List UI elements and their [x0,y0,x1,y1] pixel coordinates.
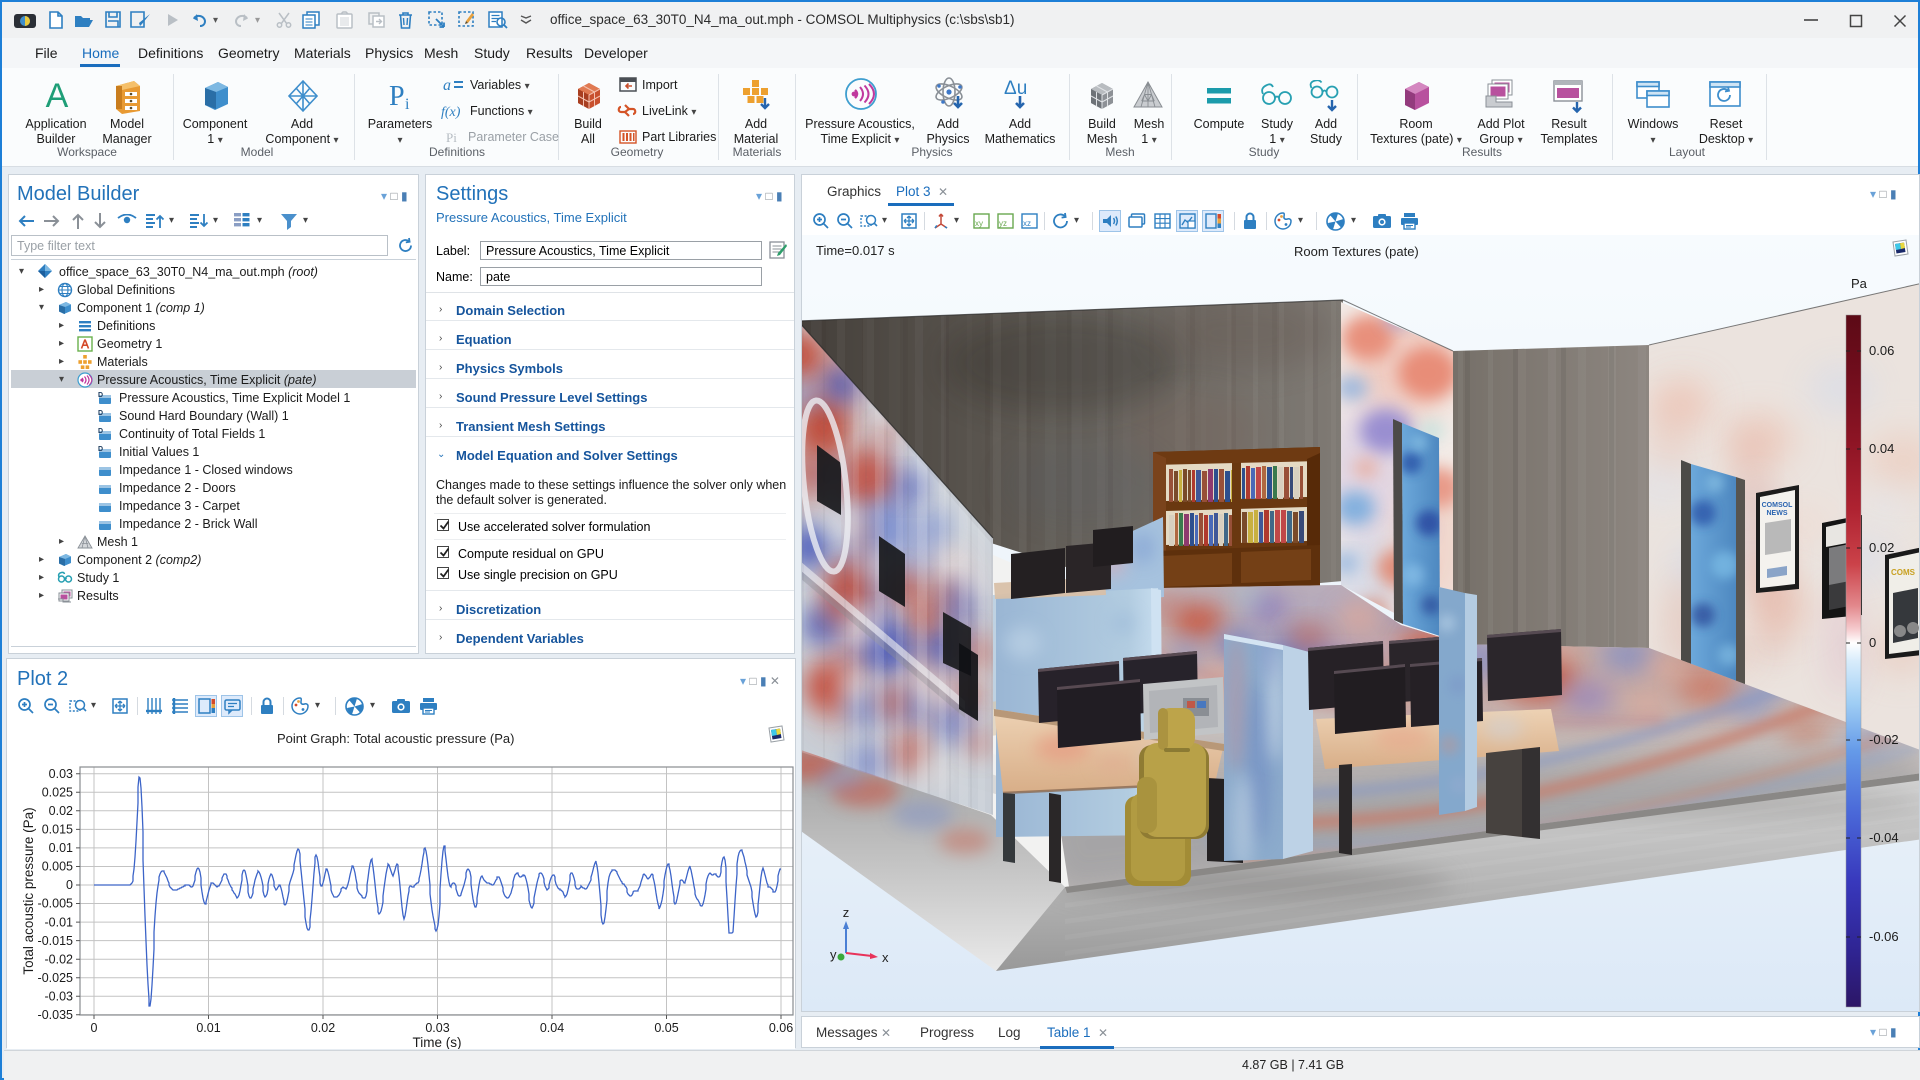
svg-text:-0.06: -0.06 [1869,929,1899,944]
svg-text:x: x [882,950,889,965]
svg-text:0.02: 0.02 [311,1021,335,1035]
svg-text:0.05: 0.05 [654,1021,678,1035]
svg-text:P: P [389,81,405,112]
svg-text:i: i [405,96,410,112]
svg-text:-0.02: -0.02 [1869,732,1899,747]
svg-text:-0.005: -0.005 [38,897,73,911]
svg-text:xz: xz [1023,219,1031,228]
svg-text:-0.035: -0.035 [38,1008,73,1022]
svg-text:xy: xy [975,219,983,228]
svg-text:Pi: Pi [446,130,457,145]
svg-text:0.025: 0.025 [42,786,73,800]
svg-text:0.02: 0.02 [49,804,73,818]
svg-text:Pa: Pa [1851,276,1868,291]
svg-text:0.03: 0.03 [49,767,73,781]
svg-text:0.005: 0.005 [42,860,73,874]
svg-text:f(x): f(x) [441,105,461,119]
svg-text:0.06: 0.06 [769,1021,793,1035]
svg-text:Total acoustic pressure (Pa): Total acoustic pressure (Pa) [21,807,36,974]
svg-text:0.02: 0.02 [1869,540,1894,555]
svg-text:0.015: 0.015 [42,823,73,837]
svg-text:A: A [46,78,69,114]
svg-text:-0.03: -0.03 [45,989,74,1003]
svg-text:0.04: 0.04 [540,1021,564,1035]
svg-text:0.01: 0.01 [196,1021,220,1035]
svg-text:D: D [98,446,103,453]
svg-text:Δu: Δu [1004,78,1027,99]
svg-text:COMSOL: COMSOL [1762,502,1793,509]
svg-text:0.04: 0.04 [1869,441,1894,456]
svg-text:y: y [830,947,837,962]
svg-text:yz: yz [999,219,1007,228]
svg-text:-0.01: -0.01 [45,915,74,929]
svg-text:0: 0 [66,878,73,892]
svg-text:0.01: 0.01 [49,841,73,855]
svg-text:D: D [98,392,103,399]
svg-text:0.03: 0.03 [425,1021,449,1035]
svg-text:COMS: COMS [1891,568,1916,577]
svg-text:NEWS: NEWS [1767,510,1788,517]
svg-text:-0.015: -0.015 [38,934,73,948]
svg-text:-0.025: -0.025 [38,971,73,985]
svg-text:0: 0 [91,1021,98,1035]
svg-text:0: 0 [1869,635,1876,650]
svg-text:D: D [98,410,103,417]
svg-text:a: a [443,77,451,93]
svg-text:z: z [843,905,850,920]
svg-text:Time (s): Time (s) [413,1035,462,1049]
svg-text:D: D [98,428,103,435]
svg-text:0.06: 0.06 [1869,343,1894,358]
svg-text:-0.02: -0.02 [45,952,74,966]
svg-text:-0.04: -0.04 [1869,830,1899,845]
